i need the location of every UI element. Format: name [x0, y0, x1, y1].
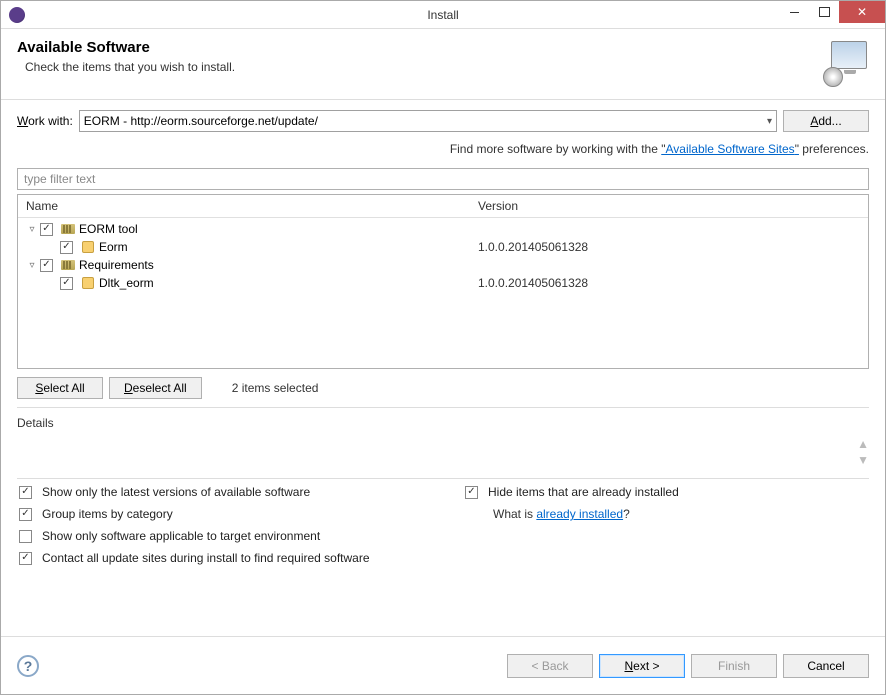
finish-button[interactable]: Finish: [691, 654, 777, 678]
window-controls: [779, 1, 885, 23]
add-site-button[interactable]: Add...: [783, 110, 869, 132]
checkbox-icon[interactable]: [19, 508, 32, 521]
checkbox-icon[interactable]: [19, 552, 32, 565]
chevron-down-icon: ▾: [767, 116, 772, 127]
column-version[interactable]: Version: [470, 195, 868, 217]
cancel-button[interactable]: Cancel: [783, 654, 869, 678]
workwith-label: Work with:: [17, 114, 73, 128]
details-scroll-arrows[interactable]: ▲▼: [857, 437, 869, 467]
titlebar: Install: [1, 1, 885, 29]
tree-item-label: Dltk_eorm: [99, 276, 154, 290]
details-label: Details: [17, 416, 869, 430]
option-hide-installed[interactable]: Hide items that are already installed: [463, 485, 869, 499]
tree-row[interactable]: ▿ Requirements: [18, 256, 868, 274]
install-banner-icon: [821, 39, 869, 87]
tree-item-label: Eorm: [99, 240, 128, 254]
tree-item-version: 1.0.0.201405061328: [470, 276, 868, 290]
option-label: Show only software applicable to target …: [42, 529, 320, 543]
category-icon: [61, 260, 75, 270]
details-text[interactable]: ▲▼: [17, 434, 869, 470]
back-button[interactable]: < Back: [507, 654, 593, 678]
wizard-footer: ? < Back Next > Finish Cancel: [1, 636, 885, 694]
tree-item-version: 1.0.0.201405061328: [470, 240, 868, 254]
maximize-button[interactable]: [809, 1, 839, 23]
category-icon: [61, 224, 75, 234]
option-label: Show only the latest versions of availab…: [42, 485, 310, 499]
divider: [17, 478, 869, 479]
next-button[interactable]: Next >: [599, 654, 685, 678]
checkbox-icon[interactable]: [60, 241, 73, 254]
already-installed-link[interactable]: already installed: [536, 507, 623, 521]
tree-header: Name Version: [18, 195, 868, 218]
feature-icon: [81, 240, 95, 254]
option-row[interactable]: Group items by category: [17, 507, 423, 521]
software-tree[interactable]: Name Version ▿ EORM tool Eorm 1.0.0.2014050…: [17, 194, 869, 369]
page-title: Available Software: [17, 39, 235, 56]
checkbox-icon[interactable]: [19, 530, 32, 543]
checkbox-icon[interactable]: [60, 277, 73, 290]
expander-icon[interactable]: ▿: [26, 260, 38, 271]
wizard-header: Available Software Check the items that …: [1, 29, 885, 100]
workwith-value: EORM - http://eorm.sourceforge.net/updat…: [84, 114, 318, 128]
eclipse-icon: [9, 7, 25, 23]
tree-row[interactable]: Dltk_eorm 1.0.0.201405061328: [18, 274, 868, 292]
option-row[interactable]: Contact all update sites during install …: [17, 551, 423, 565]
tree-row[interactable]: Eorm 1.0.0.201405061328: [18, 238, 868, 256]
select-all-button[interactable]: Select All: [17, 377, 103, 399]
column-name[interactable]: Name: [18, 195, 470, 217]
tree-item-label: Requirements: [79, 258, 154, 272]
help-icon[interactable]: ?: [17, 655, 39, 677]
divider: [17, 407, 869, 408]
expander-icon[interactable]: ▿: [26, 224, 38, 235]
minimize-button[interactable]: [779, 1, 809, 23]
available-sites-link[interactable]: Available Software Sites: [661, 142, 799, 156]
checkbox-icon[interactable]: [40, 259, 53, 272]
checkbox-icon[interactable]: [465, 486, 478, 499]
find-more-text: Find more software by working with the A…: [17, 142, 869, 156]
checkbox-icon[interactable]: [19, 486, 32, 499]
selection-count: 2 items selected: [232, 381, 319, 395]
page-subtitle: Check the items that you wish to install…: [25, 60, 235, 74]
checkbox-icon[interactable]: [40, 223, 53, 236]
option-label: Contact all update sites during install …: [42, 551, 370, 565]
tree-item-label: EORM tool: [79, 222, 138, 236]
filter-input[interactable]: type filter text: [17, 168, 869, 190]
option-row[interactable]: Show only software applicable to target …: [17, 529, 423, 543]
tree-row[interactable]: ▿ EORM tool: [18, 220, 868, 238]
deselect-all-button[interactable]: Deselect All: [109, 377, 202, 399]
close-button[interactable]: [839, 1, 885, 23]
option-label: Group items by category: [42, 507, 173, 521]
what-is-installed: What is already installed?: [493, 507, 869, 521]
window-title: Install: [427, 8, 458, 22]
feature-icon: [81, 276, 95, 290]
workwith-combo[interactable]: EORM - http://eorm.sourceforge.net/updat…: [79, 110, 777, 132]
option-row[interactable]: Show only the latest versions of availab…: [17, 485, 423, 499]
